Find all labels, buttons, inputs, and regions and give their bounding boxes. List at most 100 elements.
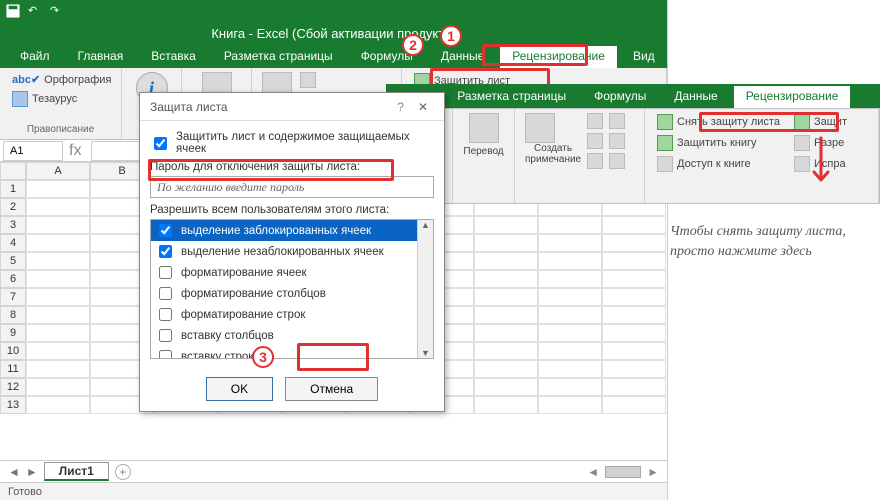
cancel-button[interactable]: Отмена	[285, 377, 378, 401]
permission-item[interactable]: вставку строк	[151, 346, 433, 359]
undo-icon[interactable]: ↶	[28, 4, 42, 18]
permission-checkbox[interactable]	[159, 224, 172, 237]
cell[interactable]	[602, 306, 666, 324]
row-header[interactable]: 9	[0, 324, 26, 342]
permission-item[interactable]: вставку столбцов	[151, 325, 433, 346]
row-header[interactable]: 6	[0, 270, 26, 288]
tab-home[interactable]: Главная	[66, 46, 136, 68]
cell[interactable]	[474, 306, 538, 324]
password-input[interactable]	[150, 176, 434, 198]
tab-file[interactable]: Файл	[8, 46, 62, 68]
cell[interactable]	[26, 270, 90, 288]
fx-icon[interactable]: fx	[63, 142, 87, 160]
show-ink-icon[interactable]	[609, 153, 625, 169]
cell[interactable]	[602, 342, 666, 360]
row-header[interactable]: 5	[0, 252, 26, 270]
cell[interactable]	[26, 324, 90, 342]
row-header[interactable]: 2	[0, 198, 26, 216]
cell[interactable]	[538, 216, 602, 234]
spelling-button[interactable]: abc✔Орфография	[10, 72, 111, 87]
tab-formulas[interactable]: Формулы	[349, 46, 425, 68]
row-header[interactable]: 8	[0, 306, 26, 324]
cell[interactable]	[602, 234, 666, 252]
permission-item[interactable]: форматирование ячеек	[151, 262, 433, 283]
cell[interactable]	[474, 252, 538, 270]
tab-review-2[interactable]: Рецензирование	[734, 86, 851, 108]
cell[interactable]	[474, 342, 538, 360]
unprotect-sheet-button[interactable]: Снять защиту листа	[655, 113, 782, 131]
cell[interactable]	[538, 270, 602, 288]
row-header[interactable]: 3	[0, 216, 26, 234]
share-workbook-button[interactable]: Доступ к книге	[655, 155, 782, 173]
tab-data[interactable]: Данные	[429, 46, 496, 68]
protect-workbook-button-2[interactable]: Защитить книгу	[655, 134, 782, 152]
sheet-tab[interactable]: Лист1	[44, 462, 109, 481]
row-header[interactable]: 7	[0, 288, 26, 306]
cell[interactable]	[474, 324, 538, 342]
cell[interactable]	[26, 288, 90, 306]
redo-icon[interactable]: ↷	[50, 4, 64, 18]
cell[interactable]	[538, 342, 602, 360]
cell[interactable]	[538, 378, 602, 396]
row-header[interactable]: 4	[0, 234, 26, 252]
cell[interactable]	[602, 378, 666, 396]
show-comment-icon[interactable]	[609, 113, 625, 129]
cell[interactable]	[602, 216, 666, 234]
permission-checkbox[interactable]	[159, 308, 172, 321]
help-icon[interactable]: ?	[389, 100, 412, 114]
tab-review[interactable]: Рецензирование	[500, 46, 617, 68]
tab-pagelayout[interactable]: Разметка страницы	[212, 46, 345, 68]
cell[interactable]	[474, 288, 538, 306]
sheet-nav-next-icon[interactable]: ►	[26, 465, 38, 479]
tab-formulas-2[interactable]: Формулы	[582, 86, 658, 108]
cell[interactable]	[26, 306, 90, 324]
protect-contents-checkbox[interactable]: Защитить лист и содержимое защищаемых яч…	[150, 131, 434, 155]
cell[interactable]	[474, 234, 538, 252]
cell[interactable]	[538, 360, 602, 378]
ok-button[interactable]: OK	[206, 377, 273, 401]
prev-comment-icon[interactable]	[587, 133, 603, 149]
cell[interactable]	[538, 288, 602, 306]
cell[interactable]	[26, 180, 90, 198]
row-header[interactable]: 10	[0, 342, 26, 360]
delete-comment-icon[interactable]	[587, 113, 603, 129]
protect-contents-input[interactable]	[154, 137, 167, 150]
cell[interactable]	[538, 252, 602, 270]
cell[interactable]	[602, 288, 666, 306]
next-comment-icon[interactable]	[587, 153, 603, 169]
cell[interactable]	[602, 360, 666, 378]
tab-data-2[interactable]: Данные	[662, 86, 729, 108]
add-sheet-icon[interactable]: +	[115, 464, 131, 480]
permission-checkbox[interactable]	[159, 287, 172, 300]
cell[interactable]	[602, 396, 666, 414]
cell[interactable]	[26, 396, 90, 414]
cell[interactable]	[538, 234, 602, 252]
cell[interactable]	[26, 378, 90, 396]
permission-checkbox[interactable]	[159, 245, 172, 258]
cell[interactable]	[474, 378, 538, 396]
tab-pagelayout-2[interactable]: Разметка страницы	[445, 86, 578, 108]
permissions-scrollbar[interactable]: ▲▼	[417, 220, 433, 358]
protect-share-button[interactable]: Защит	[792, 113, 849, 131]
cell[interactable]	[602, 252, 666, 270]
cell[interactable]	[602, 270, 666, 288]
permissions-list[interactable]: выделение заблокированных ячееквыделение…	[150, 219, 434, 359]
name-box[interactable]	[3, 141, 63, 161]
cell[interactable]	[474, 396, 538, 414]
cell[interactable]	[538, 324, 602, 342]
select-all-corner[interactable]	[0, 162, 26, 180]
tab-insert[interactable]: Вставка	[139, 46, 208, 68]
permission-checkbox[interactable]	[159, 350, 172, 359]
permission-checkbox[interactable]	[159, 329, 172, 342]
permission-item[interactable]: выделение заблокированных ячеек	[151, 220, 433, 241]
row-header[interactable]: 11	[0, 360, 26, 378]
tab-view[interactable]: Вид	[621, 46, 667, 68]
row-header[interactable]: 13	[0, 396, 26, 414]
cell[interactable]	[26, 234, 90, 252]
show-all-comments-icon[interactable]	[609, 133, 625, 149]
col-header[interactable]: A	[26, 162, 90, 180]
cell[interactable]	[474, 216, 538, 234]
cell[interactable]	[474, 270, 538, 288]
cell[interactable]	[602, 324, 666, 342]
sheet-nav-prev-icon[interactable]: ◄	[8, 465, 20, 479]
